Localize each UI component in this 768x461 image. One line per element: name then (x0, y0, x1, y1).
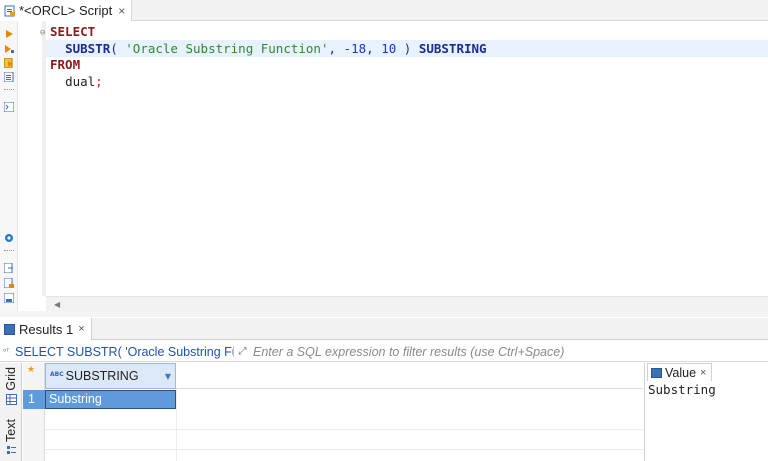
explain-plan-icon[interactable] (3, 71, 14, 83)
number-arg-1: -18 (343, 40, 367, 56)
value-content[interactable]: Substring (648, 382, 716, 397)
text-type-icon: ABC (50, 371, 64, 378)
keyword-from: FROM (50, 57, 81, 72)
value-tab-label: Value (665, 365, 697, 380)
toggle-panels-icon[interactable] (455, 312, 481, 323)
close-icon[interactable]: × (78, 323, 84, 335)
function-substr: SUBSTR (65, 40, 111, 56)
results-tab-label: Results 1 (19, 321, 74, 337)
editor-tab-strip: *<ORCL> Script × (0, 0, 768, 21)
execute-script-icon[interactable] (3, 57, 14, 69)
keyword-select: SELECT (50, 24, 96, 39)
semicolon: ; (95, 73, 103, 89)
execute-in-new-tab-icon[interactable] (4, 43, 14, 53)
header-filler (176, 363, 643, 389)
console-icon[interactable] (3, 101, 15, 113)
value-tab[interactable]: Value × (647, 363, 713, 381)
paren-open: ( (110, 40, 126, 56)
table-cell[interactable]: Substring (45, 390, 176, 409)
results-grid-icon (4, 323, 15, 335)
annotation-ruler (42, 21, 46, 296)
fold-collapse-icon[interactable]: ⊖ (40, 28, 45, 38)
sort-icon[interactable]: ▼ (165, 372, 171, 381)
tab-text[interactable]: Text (0, 419, 22, 456)
editor-horizontal-scrollbar[interactable]: ◀ (46, 296, 768, 311)
value-viewer-icon (651, 367, 662, 378)
results-tab[interactable]: Results 1 × (0, 318, 92, 340)
table-name: dual (65, 73, 96, 89)
execute-statement-icon[interactable] (4, 28, 14, 38)
select-all-icon[interactable]: ★ (27, 365, 35, 375)
filter-input[interactable]: Enter a SQL expression to filter results… (253, 345, 564, 359)
results-grid: ★ ABC SUBSTRING ▼ 1 Substring (23, 363, 643, 461)
grid-icon (5, 393, 17, 405)
settings-gear-icon[interactable] (4, 232, 14, 242)
import-icon[interactable] (3, 277, 14, 289)
editor-side-toolbar (0, 21, 18, 313)
grid-row-divider (45, 449, 643, 450)
text-view-icon (6, 445, 17, 456)
toolbar-separator (4, 89, 14, 90)
panel-splitter[interactable] (0, 311, 768, 323)
number-arg-2: 10 (381, 40, 397, 56)
comma: , (366, 40, 382, 56)
comma: , (328, 40, 344, 56)
grid-row-divider (45, 429, 643, 430)
active-query-text[interactable]: SELECT SUBSTR( 'Oracle Substring Func (15, 345, 233, 359)
tab-grid[interactable]: Grid (0, 367, 22, 405)
toolbar-separator (4, 250, 14, 251)
editor-tab-script[interactable]: *<ORCL> Script × (0, 0, 133, 21)
editor-tab-label: *<ORCL> Script (19, 3, 113, 18)
line-gutter (19, 21, 42, 296)
expand-filter-icon[interactable]: ⤢ (233, 346, 251, 357)
grid-column-divider (176, 389, 177, 461)
close-icon[interactable]: × (700, 367, 706, 379)
column-header-label: SUBSTRING (65, 369, 139, 383)
column-alias: SUBSTRING (418, 40, 487, 56)
column-header-substring[interactable]: ABC SUBSTRING ▼ (45, 363, 176, 389)
query-icon: ᵒᵀ (3, 347, 10, 356)
scroll-left-icon[interactable]: ◀ (54, 300, 60, 309)
sql-editor[interactable]: SELECT SUBSTR( 'Oracle Substring Functio… (50, 24, 487, 90)
tab-text-label: Text (4, 419, 18, 442)
result-view-tabs: Grid Text (0, 363, 22, 461)
results-tab-strip: Results 1 × (0, 318, 768, 340)
results-filter-bar: ᵒᵀ SELECT SUBSTR( 'Oracle Substring Func… (0, 342, 768, 362)
row-number-column: ★ (23, 363, 45, 461)
close-icon[interactable]: × (118, 4, 125, 18)
string-literal: 'Oracle Substring Function' (125, 40, 329, 56)
tab-grid-label: Grid (4, 367, 18, 391)
save-script-icon[interactable] (3, 292, 15, 304)
row-number[interactable]: 1 (23, 390, 45, 409)
paren-close: ) (396, 40, 419, 56)
value-panel: Value × Substring (644, 363, 768, 461)
export-icon[interactable] (3, 262, 14, 274)
sql-script-icon (4, 5, 16, 17)
